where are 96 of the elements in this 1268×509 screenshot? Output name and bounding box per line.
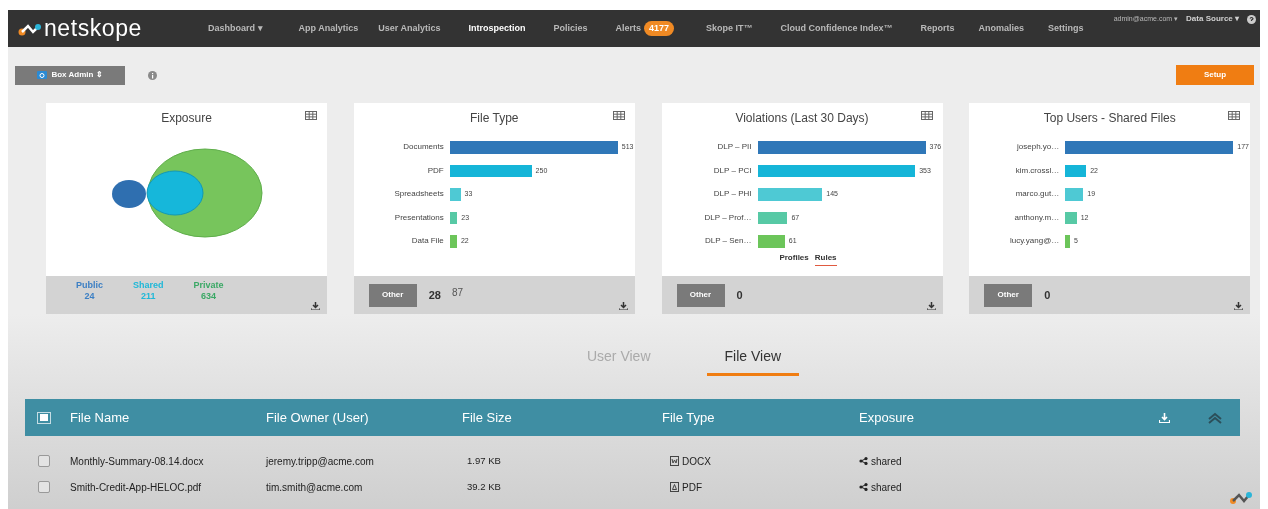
bar bbox=[449, 211, 458, 224]
column-header[interactable]: File Owner (User) bbox=[266, 407, 462, 428]
table-view-icon bbox=[612, 111, 625, 120]
bar bbox=[449, 188, 461, 201]
chart-mode-tab[interactable]: Rules bbox=[814, 251, 837, 266]
nav-link[interactable]: Skope IT™ bbox=[706, 21, 753, 36]
exposure-cell-text: shared bbox=[871, 454, 902, 469]
bar-label: lucy.yang@… bbox=[1008, 235, 1060, 248]
row-checkbox[interactable] bbox=[38, 455, 50, 467]
bar-label: PDF bbox=[426, 164, 444, 177]
column-header[interactable]: File Type bbox=[662, 407, 859, 428]
chart-mode-tab[interactable]: Profiles bbox=[779, 251, 809, 266]
share-icon bbox=[859, 457, 868, 465]
download-icon bbox=[618, 302, 628, 310]
owner-cell-text: jeremy.tripp@acme.com bbox=[266, 454, 375, 469]
bar-label: Data File bbox=[410, 235, 444, 248]
card-title: Exposure bbox=[161, 110, 212, 127]
bar bbox=[757, 211, 788, 224]
share-icon bbox=[859, 483, 868, 491]
other-button[interactable]: Other bbox=[984, 283, 1033, 307]
logo-text: netskope bbox=[44, 17, 142, 40]
nav-link[interactable]: Dashboard ▾ bbox=[208, 21, 263, 36]
column-header[interactable]: Exposure bbox=[859, 407, 1119, 428]
column-header[interactable]: File Name bbox=[70, 407, 266, 428]
select-all-checkbox[interactable] bbox=[37, 411, 51, 424]
info-icon bbox=[148, 70, 157, 80]
nav-link[interactable]: Policies bbox=[553, 21, 588, 36]
legend-label: Shared bbox=[133, 280, 164, 291]
bar-label: anthony.m… bbox=[1013, 211, 1060, 224]
download-icon bbox=[926, 302, 936, 310]
data-source-menu[interactable]: Data Source ▾ bbox=[1186, 13, 1239, 25]
nav-link[interactable]: Settings bbox=[1048, 21, 1084, 36]
help-icon bbox=[1247, 14, 1256, 24]
collapse-icon bbox=[1208, 411, 1222, 424]
bar bbox=[757, 188, 823, 201]
bar-label: Presentations bbox=[393, 211, 444, 224]
nav-link[interactable]: Anomalies bbox=[978, 21, 1025, 36]
other-button[interactable]: Other bbox=[368, 283, 417, 307]
box-icon bbox=[37, 71, 48, 79]
other-count: 28 bbox=[428, 287, 441, 303]
file-name-cell-text: Smith-Credit-App-HELOC.pdf bbox=[70, 480, 203, 495]
legend-label: Public bbox=[76, 280, 103, 291]
file-type-cell-text: PDF bbox=[682, 480, 702, 495]
view-tab[interactable]: File View bbox=[706, 346, 800, 376]
bar bbox=[449, 235, 457, 248]
column-header[interactable]: File Size bbox=[462, 407, 662, 428]
instance-dropdown[interactable]: Box Admin ⇕ bbox=[15, 65, 125, 85]
other-count: 0 bbox=[736, 287, 743, 303]
legend-label: Private bbox=[193, 280, 224, 291]
bar bbox=[1065, 188, 1084, 201]
table-view-icon bbox=[920, 111, 933, 120]
table-view-icon bbox=[305, 111, 317, 120]
nav-link[interactable]: Introspection bbox=[468, 21, 526, 36]
nav-link[interactable]: Alerts 4177 bbox=[615, 20, 674, 37]
document-file-icon bbox=[670, 456, 679, 466]
owner-cell-text: tim.smith@acme.com bbox=[266, 480, 364, 495]
bar bbox=[1065, 235, 1070, 248]
logo-icon bbox=[1230, 491, 1252, 505]
nav-link[interactable]: Reports bbox=[920, 21, 955, 36]
bar-label: DLP – PHI bbox=[712, 188, 752, 201]
bar bbox=[1065, 211, 1077, 224]
bar-label: kim.crossl… bbox=[1014, 164, 1060, 177]
card-title: Top Users - Shared Files bbox=[1043, 110, 1176, 127]
exposure-cell-text: shared bbox=[871, 480, 902, 495]
legend-value: 24 bbox=[84, 291, 95, 302]
bar-label: DLP – PCI bbox=[712, 164, 752, 177]
bar-label: DLP – Sen… bbox=[703, 235, 752, 248]
nav-link[interactable]: Cloud Confidence Index™ bbox=[780, 21, 893, 36]
card-title: Violations (Last 30 Days) bbox=[735, 110, 869, 127]
other-count: 0 bbox=[1044, 287, 1051, 303]
bar-label: Spreadsheets bbox=[393, 188, 444, 201]
file-name-cell-text: Monthly-Summary-08.14.docx bbox=[70, 454, 205, 469]
legend-value: 634 bbox=[201, 291, 217, 302]
card-title: File Type bbox=[470, 110, 519, 127]
bar-label: DLP – Prof… bbox=[703, 211, 752, 224]
file-type-cell-text: DOCX bbox=[682, 454, 711, 469]
legend-value: 211 bbox=[141, 291, 156, 302]
other-button[interactable]: Other bbox=[676, 283, 725, 307]
download-icon bbox=[311, 302, 320, 310]
bar-label: marco.gut… bbox=[1014, 188, 1060, 201]
nav-link[interactable]: User Analytics bbox=[378, 21, 441, 36]
bar-label: joseph.yo… bbox=[1016, 141, 1060, 154]
row-checkbox[interactable] bbox=[38, 481, 50, 493]
download-icon bbox=[1159, 412, 1170, 423]
bar-label: DLP – PII bbox=[716, 141, 752, 154]
bar bbox=[757, 235, 785, 248]
bar bbox=[1065, 164, 1087, 177]
size-cell-text: 39.2 KB bbox=[466, 479, 502, 494]
table-view-icon bbox=[1228, 111, 1241, 120]
bar-label: Documents bbox=[402, 141, 444, 154]
nav-link[interactable]: App Analytics bbox=[298, 21, 359, 36]
alert-count-badge: 4177 bbox=[643, 20, 674, 37]
download-icon bbox=[1234, 302, 1244, 310]
total-count: 87 bbox=[452, 285, 464, 300]
pdf-file-icon bbox=[670, 482, 679, 492]
size-cell-text: 1.97 KB bbox=[466, 453, 502, 468]
